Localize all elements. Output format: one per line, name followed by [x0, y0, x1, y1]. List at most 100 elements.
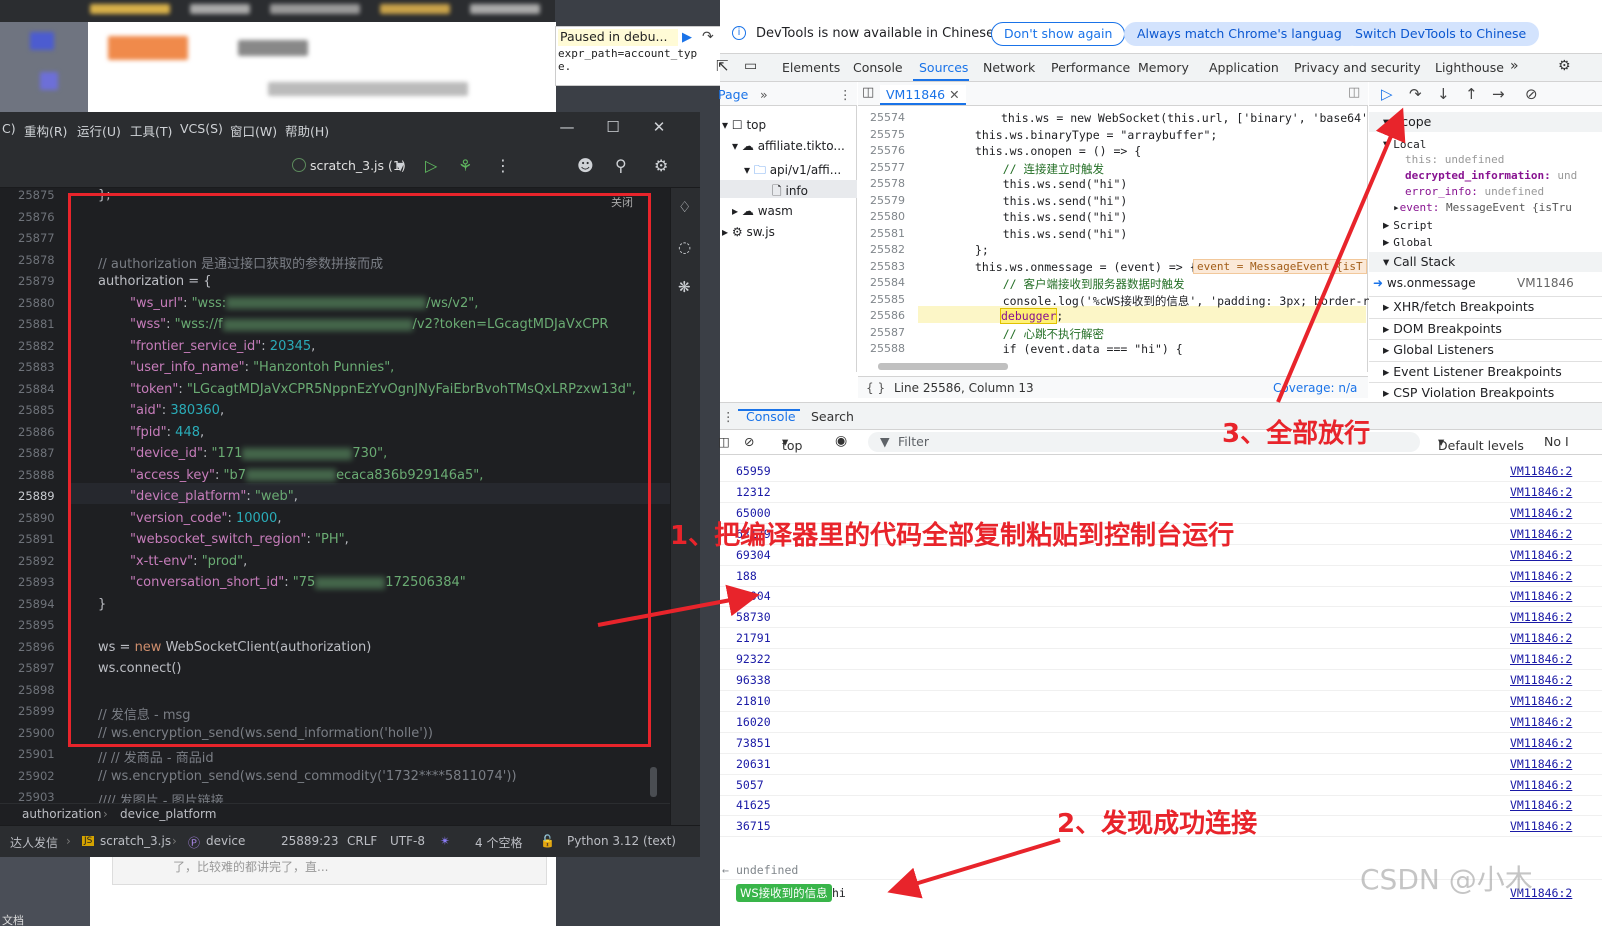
scope-var[interactable]: ▸event: MessageEvent {isTru: [1393, 201, 1602, 214]
console-source-link[interactable]: VM11846:2: [1510, 798, 1572, 812]
device-toolbar-icon[interactable]: ▭: [744, 58, 757, 74]
close-icon[interactable]: ✕: [644, 118, 674, 140]
coverage-link[interactable]: Coverage: n/a: [1273, 381, 1357, 395]
log-levels-selector[interactable]: Default levels ▾: [1438, 434, 1524, 453]
scope-section[interactable]: ▾ Scope: [1369, 112, 1602, 132]
step-out-icon[interactable]: ↑: [1465, 85, 1478, 103]
file-tab[interactable]: VM11846 ✕: [880, 85, 966, 105]
menu-window[interactable]: 窗口(W): [230, 121, 277, 140]
debug-icon[interactable]: ⚘: [458, 156, 472, 175]
tab-network[interactable]: Network: [983, 60, 1035, 75]
tab-performance[interactable]: Performance: [1051, 60, 1130, 75]
console-source-link[interactable]: VM11846:2: [1510, 589, 1572, 603]
maximize-icon[interactable]: ☐: [598, 118, 628, 140]
scope-var[interactable]: this: undefined: [1405, 153, 1602, 166]
deactivate-breakpoints-icon[interactable]: ⊘: [1525, 85, 1538, 103]
tree-item-top[interactable]: ▾ ☐ top: [722, 118, 766, 132]
editor-hscroll-thumb[interactable]: [878, 363, 1008, 370]
console-source-link[interactable]: VM11846:2: [1510, 506, 1572, 520]
console-source-link[interactable]: VM11846:2: [1510, 652, 1572, 666]
tab-privacy-security[interactable]: Privacy and security: [1294, 60, 1421, 75]
tree-item-origin[interactable]: ▾ ☁ affiliate.tikto...: [732, 139, 845, 153]
xhr-breakpoints-section[interactable]: ▸ XHR/fetch Breakpoints: [1369, 296, 1602, 316]
gear-icon[interactable]: ⚙: [654, 156, 668, 175]
scope-var[interactable]: error_info: undefined: [1405, 185, 1602, 198]
status-position[interactable]: 25889:23: [281, 834, 339, 848]
tree-item-file[interactable]: 🗋 info: [772, 182, 808, 203]
ai-assistant-icon[interactable]: ◌: [678, 238, 691, 256]
event-listener-breakpoints-section[interactable]: ▸ Event Listener Breakpoints: [1369, 361, 1602, 381]
console-source-link[interactable]: VM11846:2: [1510, 464, 1572, 478]
lock-icon[interactable]: 🔓: [540, 834, 555, 848]
close-icon[interactable]: ✕: [949, 87, 959, 102]
plugin-icon[interactable]: ❋: [678, 278, 691, 296]
scope-var[interactable]: decrypted_information: und: [1405, 169, 1602, 182]
ide-scrollbar-thumb[interactable]: [650, 767, 657, 797]
step-icon[interactable]: →: [1492, 85, 1505, 103]
filter-placeholder[interactable]: Filter: [898, 434, 929, 449]
more-tabs-icon[interactable]: »: [760, 87, 768, 102]
menu-help[interactable]: 帮助(H): [285, 121, 329, 140]
toggle-navigator-icon[interactable]: ◫: [862, 85, 874, 100]
prettier-icon[interactable]: ✴: [440, 834, 450, 848]
call-frame[interactable]: ➜ ws.onmessage VM11846: [1373, 276, 1602, 290]
more-icon[interactable]: ⋮: [839, 87, 852, 102]
more-icon[interactable]: ⋮: [722, 409, 735, 424]
tab-memory[interactable]: Memory: [1138, 60, 1189, 75]
tab-console[interactable]: Console: [853, 60, 903, 75]
switch-chinese-button[interactable]: Switch DevTools to Chinese: [1342, 22, 1540, 46]
run-icon[interactable]: ▷: [425, 156, 437, 175]
dont-show-again-button[interactable]: Don't show again: [991, 22, 1126, 46]
tree-item-sw[interactable]: ▸ ⚙ sw.js: [722, 225, 775, 239]
console-source-link[interactable]: VM11846:2: [1510, 485, 1572, 499]
minimize-icon[interactable]: —: [552, 118, 582, 140]
status-line-separator[interactable]: CRLF: [347, 834, 377, 848]
console-source-link[interactable]: VM11846:2: [1510, 569, 1572, 583]
add-user-icon[interactable]: ☻: [577, 156, 594, 175]
run-config-selector[interactable]: scratch_3.js (1): [310, 158, 406, 173]
scope-global[interactable]: ▸ Global: [1383, 234, 1602, 249]
status-language[interactable]: Python 3.12 (text): [567, 834, 676, 848]
menu-vcs[interactable]: VCS(S): [180, 121, 223, 136]
tab-console-drawer[interactable]: Console: [746, 409, 796, 424]
console-source-link[interactable]: VM11846:2: [1510, 527, 1572, 541]
tab-search-drawer[interactable]: Search: [811, 409, 854, 424]
global-listeners-section[interactable]: ▸ Global Listeners: [1369, 339, 1602, 359]
match-language-button[interactable]: Always match Chrome's language: [1124, 22, 1363, 46]
sidebar-toggle-icon[interactable]: ◫: [718, 434, 730, 449]
console-source-link[interactable]: VM11846:2: [1510, 694, 1572, 708]
step-over-icon[interactable]: ↷: [1409, 85, 1422, 103]
context-selector[interactable]: top ▾: [782, 434, 802, 453]
csp-breakpoints-section[interactable]: ▸ CSP Violation Breakpoints: [1369, 382, 1602, 402]
breadcrumb-item[interactable]: device_platform: [120, 807, 216, 821]
scope-script[interactable]: ▸ Script: [1383, 217, 1602, 232]
step-over-icon[interactable]: ↷: [702, 29, 720, 45]
search-icon[interactable]: ⚲: [615, 156, 627, 175]
console-source-link[interactable]: VM11846:2: [1510, 757, 1572, 771]
status-file[interactable]: scratch_3.js: [100, 834, 171, 848]
menu-run[interactable]: 运行(U): [77, 121, 121, 140]
status-symbol[interactable]: device: [206, 834, 245, 848]
pretty-print-icon[interactable]: { }: [866, 381, 885, 395]
status-project[interactable]: 达人发信: [10, 834, 58, 851]
menu-code[interactable]: C): [2, 121, 16, 136]
gear-icon[interactable]: ⚙: [1558, 58, 1571, 74]
tab-application[interactable]: Application: [1209, 60, 1279, 75]
inline-value[interactable]: event = MessageEvent {isT: [1193, 259, 1367, 274]
more-tabs-icon[interactable]: »: [1510, 58, 1519, 74]
breadcrumb-item[interactable]: authorization: [22, 807, 102, 821]
sources-editor[interactable]: ◫ VM11846 ✕ ◫ 25574 25575 25576 25577 25…: [858, 82, 1383, 398]
menu-tools[interactable]: 工具(T): [130, 121, 172, 140]
issues-counter[interactable]: No I: [1544, 434, 1569, 449]
tab-sources[interactable]: Sources: [919, 60, 968, 75]
tree-item-folder[interactable]: ▾ 🗀 api/v1/affi...: [744, 161, 841, 182]
dom-breakpoints-section[interactable]: ▸ DOM Breakpoints: [1369, 318, 1602, 338]
console-source-link[interactable]: VM11846:2: [1510, 715, 1572, 729]
inspect-element-icon[interactable]: ⇱: [716, 57, 729, 75]
chevron-down-icon[interactable]: ▼: [396, 160, 404, 173]
status-encoding[interactable]: UTF-8: [390, 834, 425, 848]
console-source-link[interactable]: VM11846:2: [1510, 736, 1572, 750]
resume-icon[interactable]: ▷: [1381, 85, 1393, 103]
console-source-link[interactable]: VM11846:2: [1510, 610, 1572, 624]
console-source-link[interactable]: VM11846:2: [1510, 778, 1572, 792]
